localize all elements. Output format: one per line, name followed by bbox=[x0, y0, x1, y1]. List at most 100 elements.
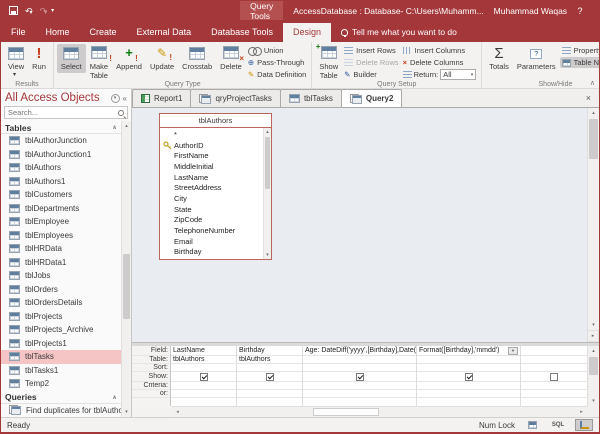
datasheet-view-button[interactable] bbox=[523, 419, 541, 431]
tab-design[interactable]: Design bbox=[283, 23, 331, 42]
sidebar-item[interactable]: tblProjects1 bbox=[1, 337, 121, 351]
sort-cell[interactable] bbox=[417, 364, 520, 372]
section-collapse-icon[interactable]: ∧ bbox=[112, 394, 117, 401]
sidebar-item[interactable]: tblHRData1 bbox=[1, 256, 121, 270]
delete-query-button[interactable]: × Delete bbox=[216, 44, 246, 73]
totals-button[interactable]: Σ Totals bbox=[485, 44, 513, 73]
field-row[interactable]: ZipCode bbox=[163, 215, 262, 226]
grid-vscrollbar[interactable]: ▴ ▾ bbox=[587, 346, 599, 406]
scroll-down-icon[interactable]: ▾ bbox=[264, 251, 271, 259]
doc-tab-qryprojecttasks[interactable]: qryProjectTasks bbox=[190, 89, 280, 107]
field-row[interactable]: * bbox=[163, 129, 262, 140]
redo-button[interactable]: ↷▾ bbox=[40, 6, 48, 16]
doc-tab-tbltasks[interactable]: tblTasks bbox=[280, 89, 342, 107]
sidebar-item[interactable]: tblAuthorJunction bbox=[1, 134, 121, 148]
union-button[interactable]: Union bbox=[246, 45, 309, 56]
criteria-cell[interactable] bbox=[171, 382, 236, 390]
sidebar-item[interactable]: tblEmployee bbox=[1, 215, 121, 229]
table-cell[interactable]: tblAuthors bbox=[237, 356, 302, 364]
shutter-bar-icon[interactable]: « bbox=[123, 94, 127, 103]
design-view-button[interactable] bbox=[575, 419, 593, 431]
scroll-up-icon[interactable]: ▴ bbox=[588, 346, 599, 356]
field-row[interactable]: MiddleInitial bbox=[163, 161, 262, 172]
field-row[interactable]: Birthday bbox=[163, 247, 262, 258]
run-button[interactable]: ! Run bbox=[28, 44, 50, 73]
sort-cell[interactable] bbox=[303, 364, 416, 372]
undo-button[interactable]: ↶▾ bbox=[25, 6, 33, 16]
field-cell[interactable]: Age: DateDiff('yyyy',[Birthday],Date()) bbox=[303, 346, 416, 356]
append-button[interactable]: +! Append bbox=[112, 44, 146, 73]
tab-create[interactable]: Create bbox=[80, 23, 127, 42]
return-select[interactable]: All▾ bbox=[440, 69, 476, 80]
sidebar-item[interactable]: tblCustomers bbox=[1, 188, 121, 202]
sidebar-item[interactable]: Find duplicates for tblAuthors bbox=[1, 404, 121, 418]
show-cell[interactable] bbox=[417, 372, 520, 382]
sort-cell[interactable] bbox=[237, 364, 302, 372]
close-document-icon[interactable]: × bbox=[578, 93, 599, 103]
field-list-title[interactable]: tblAuthors bbox=[160, 114, 271, 128]
field-list-tblauthors[interactable]: tblAuthors * AuthorID FirstName MiddleIn… bbox=[159, 113, 272, 260]
table-names-button[interactable]: Table Names bbox=[560, 57, 600, 68]
section-collapse-icon[interactable]: ∧ bbox=[112, 124, 117, 131]
scroll-thumb[interactable] bbox=[589, 357, 598, 375]
design-pane-hscroll-right-icon[interactable]: ▸ bbox=[587, 330, 599, 342]
field-row[interactable]: City bbox=[163, 193, 262, 204]
sidebar-item[interactable]: tblHRData bbox=[1, 242, 121, 256]
or-cell[interactable] bbox=[417, 390, 520, 398]
tell-me-box[interactable]: Tell me what you want to do bbox=[331, 23, 467, 42]
sidebar-item[interactable]: tblOrders bbox=[1, 283, 121, 297]
scroll-down-icon[interactable]: ▾ bbox=[588, 320, 599, 330]
field-cell-active[interactable]: Format([Birthday],'mmdd') ▾ bbox=[417, 346, 520, 356]
show-cell[interactable] bbox=[303, 372, 416, 382]
pass-through-button[interactable]: ⊕Pass-Through bbox=[246, 57, 309, 68]
insert-rows-button[interactable]: Insert Rows bbox=[342, 45, 401, 56]
data-definition-button[interactable]: ✎Data Definition bbox=[246, 69, 309, 80]
criteria-cell[interactable] bbox=[303, 382, 416, 390]
or-cell[interactable] bbox=[237, 390, 302, 398]
save-icon[interactable] bbox=[9, 6, 18, 15]
field-combo-arrow-icon[interactable]: ▾ bbox=[508, 347, 518, 355]
help-button[interactable]: ? bbox=[567, 6, 593, 16]
field-cell[interactable]: Birthday bbox=[237, 346, 302, 356]
doc-tab-report1[interactable]: Report1 bbox=[132, 89, 191, 107]
field-row[interactable]: LastName bbox=[163, 172, 262, 183]
nav-section-tables[interactable]: Tables ∧ bbox=[1, 121, 121, 134]
tab-file[interactable]: File bbox=[1, 23, 36, 42]
field-cell[interactable]: LastName bbox=[171, 346, 236, 356]
sidebar-item[interactable]: tblTasks1 bbox=[1, 364, 121, 378]
scroll-up-icon[interactable]: ▴ bbox=[122, 121, 131, 131]
select-query-button[interactable]: Select bbox=[57, 44, 86, 73]
signed-in-user[interactable]: Muhammad Waqas bbox=[494, 6, 567, 16]
sidebar-item[interactable]: tblAuthors bbox=[1, 161, 121, 175]
design-pane-vscrollbar[interactable]: ▴ ▾ bbox=[587, 108, 599, 330]
show-checkbox[interactable] bbox=[200, 373, 208, 381]
show-checkbox[interactable] bbox=[465, 373, 473, 381]
field-list-scrollbar[interactable]: ▴ ▾ bbox=[263, 128, 271, 259]
criteria-cell[interactable] bbox=[237, 382, 302, 390]
field-row[interactable]: TelephoneNumber bbox=[163, 225, 262, 236]
field-cell[interactable] bbox=[521, 346, 587, 356]
nav-scrollbar[interactable]: ▴ ▾ bbox=[121, 121, 131, 417]
or-cell[interactable] bbox=[303, 390, 416, 398]
scroll-thumb[interactable] bbox=[123, 254, 130, 319]
field-row[interactable]: Email bbox=[163, 236, 262, 247]
sidebar-item[interactable]: tblProjects_Archive bbox=[1, 323, 121, 337]
table-cell[interactable] bbox=[303, 356, 416, 364]
make-table-button[interactable]: ! Make Table bbox=[86, 44, 112, 81]
scroll-up-icon[interactable]: ▴ bbox=[588, 108, 599, 118]
sort-cell[interactable] bbox=[171, 364, 236, 372]
criteria-cell[interactable] bbox=[417, 382, 520, 390]
scroll-thumb[interactable] bbox=[589, 119, 598, 159]
collapse-ribbon-icon[interactable]: ∧ bbox=[590, 79, 595, 87]
show-checkbox[interactable] bbox=[356, 373, 364, 381]
crosstab-button[interactable]: Crosstab bbox=[178, 44, 216, 73]
delete-columns-button[interactable]: ×Delete Columns bbox=[401, 57, 479, 68]
scroll-thumb[interactable] bbox=[265, 137, 270, 189]
sidebar-item[interactable]: tblDepartments bbox=[1, 202, 121, 216]
tab-home[interactable]: Home bbox=[36, 23, 80, 42]
table-cell[interactable] bbox=[521, 356, 587, 364]
scroll-up-icon[interactable]: ▴ bbox=[264, 128, 271, 136]
sidebar-item[interactable]: tblJobs bbox=[1, 269, 121, 283]
sidebar-item[interactable]: tblEmployees bbox=[1, 229, 121, 243]
scroll-left-icon[interactable]: ◂ bbox=[172, 407, 183, 417]
